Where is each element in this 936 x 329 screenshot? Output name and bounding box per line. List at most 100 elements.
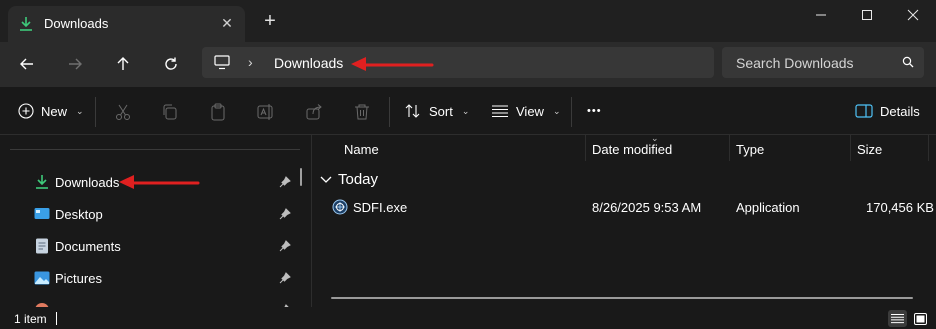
arrow-right-icon [69, 58, 82, 70]
this-pc-icon [214, 55, 230, 70]
details-view-button[interactable] [888, 310, 907, 327]
divider [10, 149, 300, 150]
horizontal-scrollbar[interactable] [331, 297, 913, 299]
column-header-date-modified[interactable]: Date modified [592, 142, 672, 157]
tiles-view-button[interactable] [911, 310, 930, 327]
file-name: SDFI.exe [353, 200, 408, 215]
close-window-button[interactable] [890, 0, 936, 30]
sort-indicator-icon: ⌄ [651, 133, 659, 143]
file-type: Application [736, 200, 800, 215]
column-header-size[interactable]: Size [857, 142, 882, 157]
file-date-modified: 8/26/2025 9:53 AM [592, 200, 702, 215]
search-box[interactable]: Search Downloads [722, 47, 924, 78]
column-divider[interactable] [729, 135, 730, 161]
sidebar-item-label: Downloads [55, 175, 120, 190]
column-header-name[interactable]: Name [344, 142, 379, 157]
column-header-type[interactable]: Type [736, 142, 764, 157]
sidebar-scrollbar[interactable] [300, 168, 302, 186]
maximize-button[interactable] [844, 0, 890, 30]
tiles-view-icon [914, 312, 927, 325]
sort-label: Sort [429, 103, 453, 119]
minimize-button[interactable] [798, 0, 844, 30]
status-bar: 1 item [0, 307, 936, 329]
column-divider[interactable] [928, 135, 929, 161]
column-divider[interactable] [585, 135, 586, 161]
download-icon [20, 17, 32, 31]
file-row[interactable]: SDFI.exe 8/26/2025 9:53 AM Application 1… [313, 195, 936, 219]
divider [571, 97, 572, 127]
details-pane-icon [855, 104, 873, 118]
sidebar-item-partial[interactable] [0, 296, 300, 307]
pin-icon[interactable] [279, 272, 291, 284]
sidebar-item-documents[interactable]: Documents [0, 232, 300, 260]
sidebar-item-label: Documents [55, 239, 121, 254]
minimize-icon [816, 14, 826, 16]
plus-circle-icon [18, 103, 34, 119]
group-header-today[interactable]: Today [320, 171, 378, 188]
arrow-up-icon [117, 57, 129, 70]
details-view-icon [891, 314, 904, 324]
view-label: View [516, 103, 544, 119]
paste-icon[interactable] [209, 103, 227, 121]
maximize-icon [862, 10, 872, 20]
text-cursor [56, 312, 57, 325]
annotation-arrow [351, 57, 434, 71]
column-header-row: Name Date modified Type Size [313, 135, 936, 161]
new-tab-button[interactable]: + [261, 11, 279, 31]
details-label: Details [880, 103, 920, 119]
search-input[interactable]: Search Downloads [736, 55, 854, 71]
application-icon [332, 199, 348, 215]
breadcrumb-separator[interactable]: › [248, 54, 253, 70]
close-icon [907, 9, 919, 21]
tab-title: Downloads [44, 16, 109, 31]
documents-icon [36, 238, 48, 254]
download-icon [36, 175, 48, 189]
new-label: New [41, 103, 68, 119]
more-options-button[interactable]: ••• [587, 99, 602, 123]
share-icon[interactable] [305, 103, 323, 121]
divider [95, 97, 96, 127]
item-count: 1 item [14, 312, 47, 326]
divider [389, 97, 390, 127]
sort-icon [405, 104, 420, 118]
sidebar-item-pictures[interactable]: Pictures [0, 264, 300, 292]
search-icon [902, 56, 914, 68]
forward-button[interactable] [61, 51, 89, 77]
chevron-down-icon: ⌄ [76, 105, 84, 116]
pin-icon[interactable] [279, 240, 291, 252]
refresh-icon [165, 57, 177, 70]
chevron-down-icon: ⌄ [461, 105, 470, 116]
column-divider[interactable] [850, 135, 851, 161]
group-label: Today [338, 171, 379, 188]
new-button[interactable]: New ⌄ [18, 99, 84, 123]
desktop-icon [34, 208, 50, 219]
pin-icon[interactable] [279, 176, 291, 188]
copy-icon[interactable] [161, 103, 179, 121]
breadcrumb-current-folder[interactable]: Downloads [274, 55, 343, 71]
rename-icon[interactable] [257, 103, 275, 121]
arrow-left-icon [20, 58, 33, 70]
address-bar[interactable]: › Downloads [202, 47, 714, 78]
sidebar-item-label: Desktop [55, 207, 103, 222]
delete-icon[interactable] [353, 103, 371, 121]
up-button[interactable] [109, 51, 137, 77]
sidebar-item-desktop[interactable]: Desktop [0, 200, 300, 228]
refresh-button[interactable] [157, 51, 185, 77]
back-button[interactable] [13, 51, 41, 77]
details-pane-button[interactable]: Details [855, 99, 920, 123]
sort-button[interactable]: Sort ⌄ [404, 99, 469, 123]
close-tab-icon[interactable]: ✕ [219, 15, 235, 31]
title-bar: Downloads ✕ + [0, 0, 936, 42]
view-list-icon [492, 105, 508, 118]
cut-icon[interactable] [114, 103, 132, 121]
chevron-down-icon [320, 176, 332, 183]
file-size: 170,456 KB [866, 200, 934, 215]
sidebar-item-label: Pictures [55, 271, 102, 286]
chevron-down-icon: ⌄ [552, 105, 561, 116]
command-bar: New ⌄ Sort ⌄ View ⌄ ••• Details [0, 87, 936, 135]
navigation-bar: › Downloads Search Downloads [0, 42, 936, 87]
pin-icon[interactable] [279, 208, 291, 220]
view-button[interactable]: View ⌄ [491, 99, 561, 123]
navigation-pane: Downloads Desktop Documents Pictures [0, 135, 312, 307]
tab-downloads[interactable]: Downloads ✕ [8, 6, 245, 42]
